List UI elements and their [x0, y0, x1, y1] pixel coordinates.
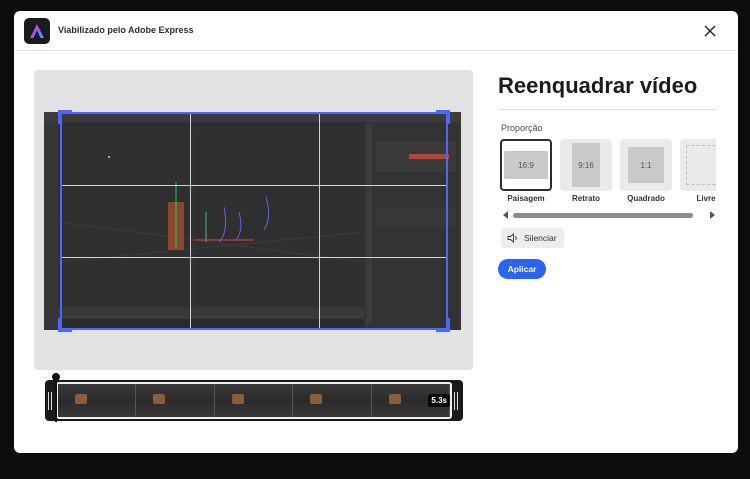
filmstrip[interactable] [56, 382, 452, 419]
ratio-options: 16:9 Paisagem 9:16 Retrato 1:1 Quadrado … [500, 139, 716, 209]
scroll-left-icon[interactable] [503, 211, 509, 219]
reframe-video-dialog: Viabilizado pelo Adobe Express 5.3s Reen… [14, 11, 738, 453]
crop-frame[interactable] [58, 110, 450, 332]
speaker-icon [507, 233, 517, 243]
scroll-right-icon[interactable] [709, 211, 715, 219]
filmstrip-frame [214, 384, 294, 417]
ratio-option-portrait[interactable]: 9:16 [560, 139, 612, 191]
crop-handle-bottom-right[interactable] [436, 318, 450, 332]
ratio-option-landscape[interactable]: 16:9 [500, 139, 552, 191]
grid-line [190, 114, 191, 328]
ratio-label: Livre [696, 194, 716, 203]
video-preview [34, 70, 473, 370]
panel-title: Reenquadrar vídeo [498, 73, 698, 98]
mute-label: Silenciar [524, 233, 557, 243]
dialog-header: Viabilizado pelo Adobe Express [14, 11, 738, 51]
ratio-shape: 9:16 [572, 143, 600, 187]
grid-line [319, 114, 320, 328]
scroll-thumb[interactable] [513, 213, 693, 218]
header-title: Viabilizado pelo Adobe Express [58, 25, 194, 35]
ratio-label: Retrato [571, 194, 600, 203]
ratio-label: Quadrado [627, 194, 665, 203]
trim-handle-end[interactable] [454, 392, 458, 410]
duration-badge: 5.3s [428, 394, 450, 407]
timeline[interactable]: 5.3s [45, 380, 463, 421]
grid-line [62, 257, 446, 258]
playhead-line [55, 379, 57, 422]
ratio-option-square[interactable]: 1:1 [620, 139, 672, 191]
free-ratio-shape [686, 145, 716, 185]
close-button[interactable] [698, 19, 722, 43]
crop-handle-top-left[interactable] [58, 110, 72, 124]
crop-handle-bottom-left[interactable] [58, 318, 72, 332]
filmstrip-frame [136, 384, 215, 417]
proportion-label: Proporção [501, 123, 543, 133]
close-icon [704, 25, 716, 37]
apply-button[interactable]: Aplicar [498, 259, 546, 279]
grid-line [62, 185, 446, 186]
adobe-express-logo [24, 18, 50, 44]
mute-button[interactable]: Silenciar [501, 228, 564, 248]
divider [498, 109, 716, 110]
filmstrip-frame [58, 384, 137, 417]
ratio-shape: 16:9 [504, 151, 548, 179]
adobe-express-icon [30, 24, 44, 38]
crop-handle-top-right[interactable] [436, 110, 450, 124]
trim-handle-start[interactable] [48, 392, 52, 410]
ratio-scrollbar[interactable] [503, 211, 715, 219]
ratio-shape: 1:1 [628, 147, 664, 183]
ratio-option-free[interactable] [680, 139, 716, 191]
filmstrip-frame [293, 384, 372, 417]
ratio-label: Paisagem [507, 194, 545, 203]
